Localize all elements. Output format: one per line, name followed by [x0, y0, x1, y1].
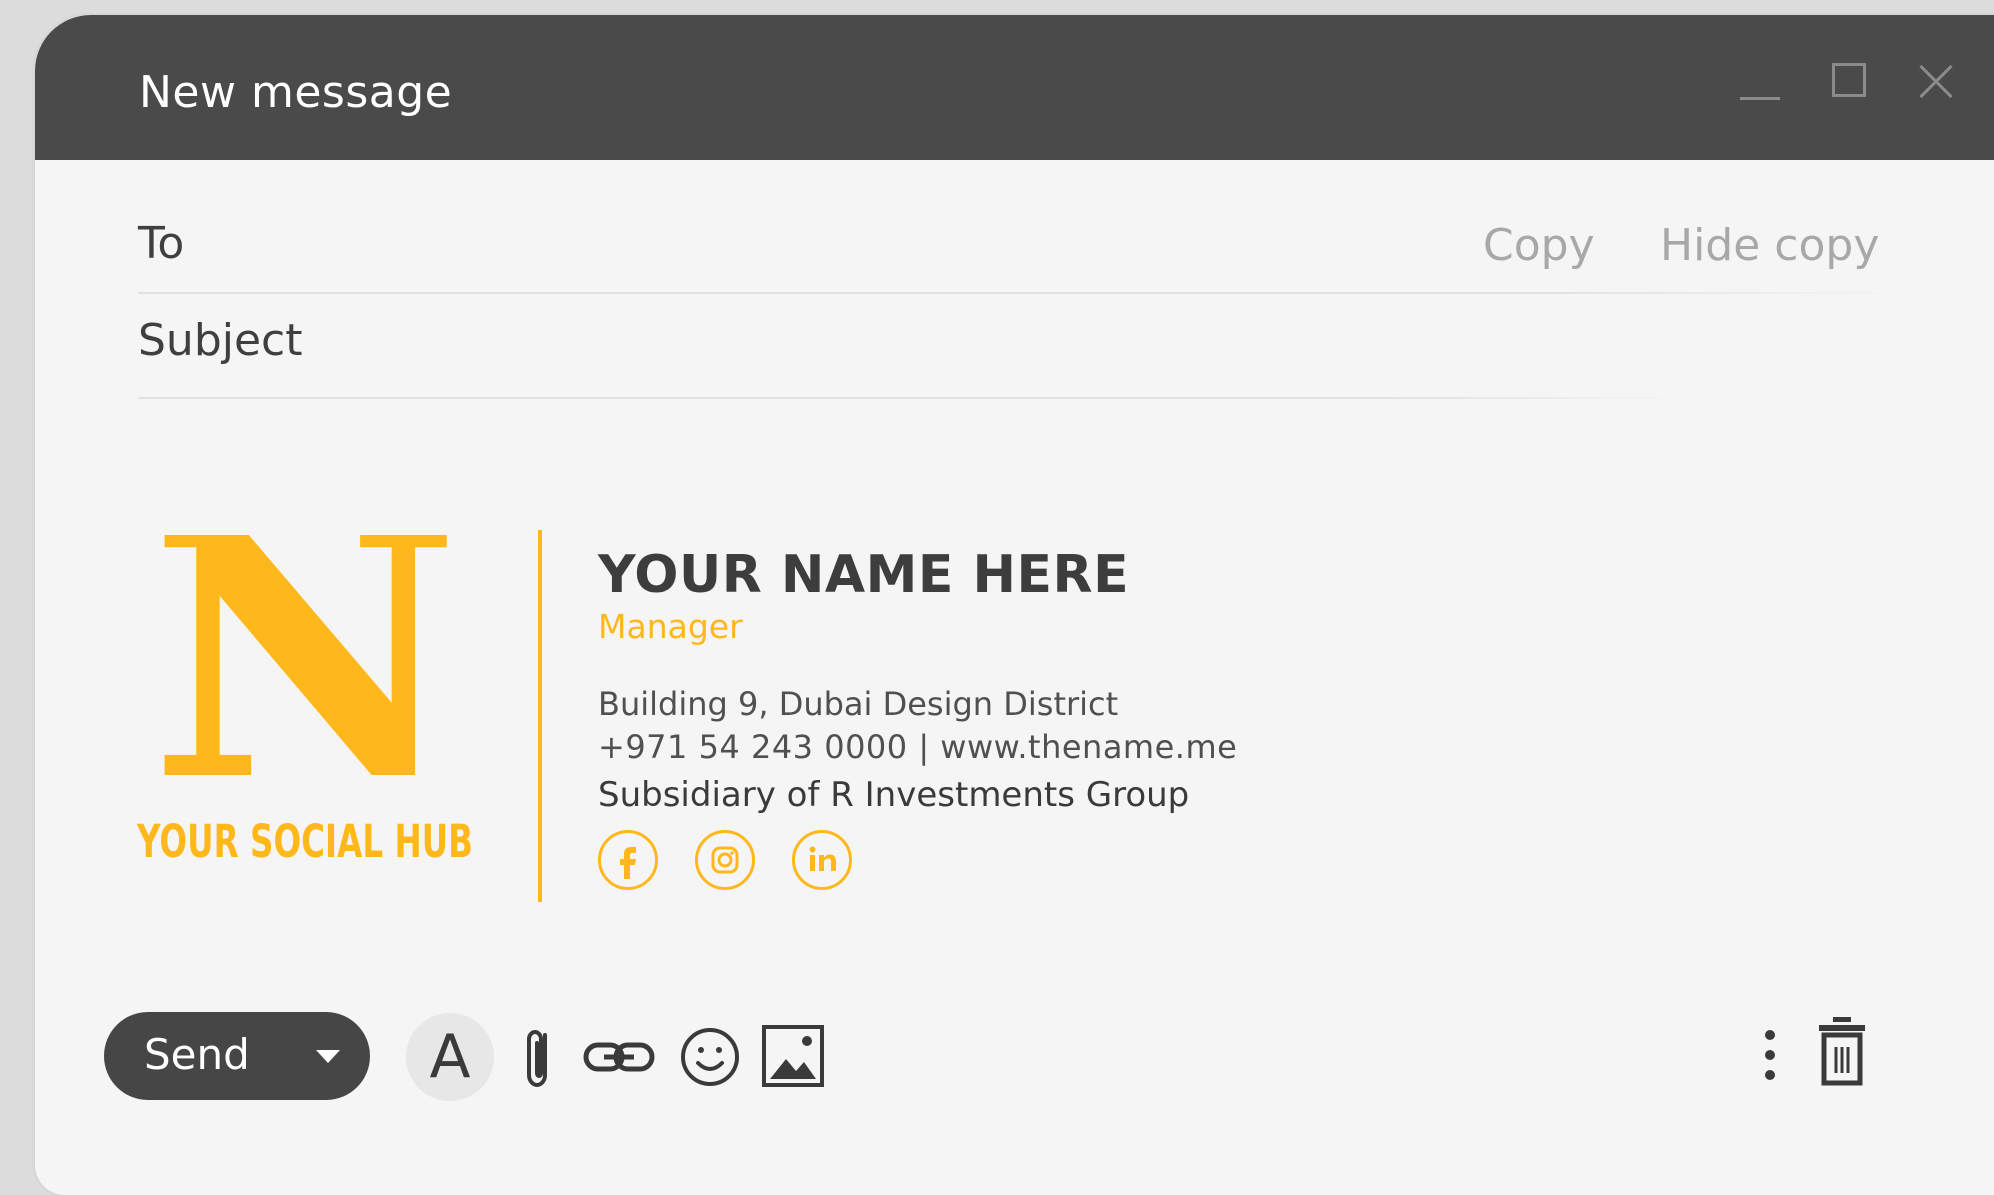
linkedin-icon[interactable] — [792, 830, 852, 890]
format-letter: A — [429, 1022, 471, 1092]
signature-divider — [538, 530, 542, 902]
text-format-icon[interactable]: A — [406, 1005, 496, 1105]
send-label: Send — [144, 1030, 250, 1079]
copy-link[interactable]: Copy — [1483, 220, 1595, 271]
compose-window: New message To Copy Hide copy Subject N … — [35, 15, 1994, 1195]
signature-address: Building 9, Dubai Design District — [598, 685, 1119, 723]
logo-tagline: YOUR SOCIAL HUB — [136, 815, 473, 865]
logo-letter: N — [150, 535, 461, 856]
maximize-icon[interactable] — [1822, 55, 1878, 111]
instagram-icon[interactable] — [695, 830, 755, 890]
signature-role: Manager — [598, 607, 743, 646]
subject-divider — [138, 397, 1698, 399]
link-icon[interactable] — [582, 1005, 657, 1105]
send-options-chevron-down-icon[interactable] — [316, 1050, 340, 1063]
facebook-icon[interactable] — [598, 830, 658, 890]
send-button[interactable]: Send — [104, 1012, 370, 1100]
close-icon[interactable] — [1910, 55, 1966, 111]
emoji-icon[interactable] — [675, 1005, 745, 1105]
image-icon[interactable] — [759, 1005, 829, 1105]
title-bar: New message — [35, 15, 1994, 160]
paperclip-icon[interactable] — [515, 1005, 565, 1105]
signature-company: Subsidiary of R Investments Group — [598, 775, 1190, 815]
signature-phone-web: +971 54 243 0000 | www.thename.me — [598, 728, 1238, 766]
signature-name: YOUR NAME HERE — [598, 545, 1130, 605]
to-label: To — [138, 218, 185, 269]
trash-icon[interactable] — [1807, 1005, 1877, 1105]
hide-copy-link[interactable]: Hide copy — [1660, 220, 1879, 271]
to-input[interactable] — [265, 215, 1469, 277]
more-options-icon[interactable] — [1755, 1005, 1785, 1105]
to-divider — [138, 292, 1918, 294]
subject-input[interactable] — [265, 315, 1469, 377]
company-logo: N YOUR SOCIAL HUB — [134, 457, 476, 868]
minimize-icon[interactable] — [1732, 55, 1788, 111]
window-title: New message — [139, 67, 453, 118]
